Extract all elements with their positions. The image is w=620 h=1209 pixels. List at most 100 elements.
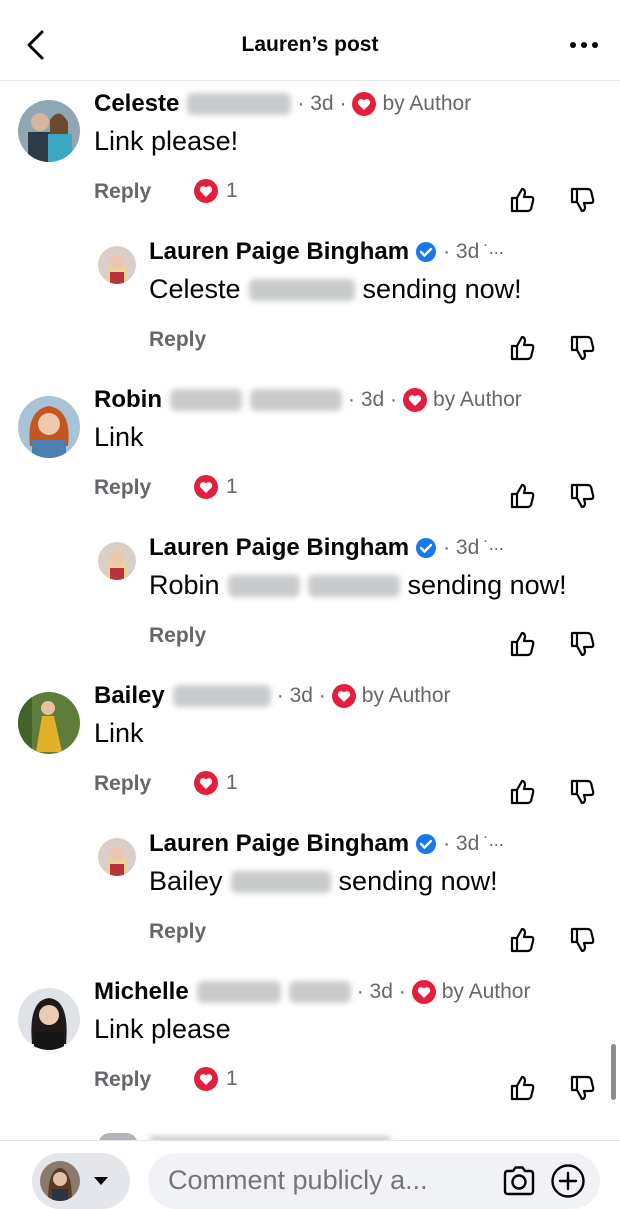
comment-time: 3d	[455, 240, 480, 263]
thumb-up-icon[interactable]	[508, 1074, 536, 1102]
comment-header: Celeste · 3d · by Author	[94, 90, 471, 118]
commenter-name[interactable]: Lauren Paige Bingham	[149, 238, 409, 266]
reply-comment: Lauren Paige Bingham · 3d ˙··· Robin send…	[0, 532, 620, 682]
avatar[interactable]	[18, 100, 80, 162]
comment-header: Lauren Paige Bingham · 3d ˙···	[149, 534, 504, 562]
comment-meta: · 3d · by Author	[276, 684, 451, 708]
comment-header: Lauren Paige Bingham · 3d ˙···	[149, 238, 504, 266]
verified-badge-icon	[416, 834, 437, 854]
thumb-down-icon[interactable]	[568, 630, 596, 658]
more-icon: ˙···	[483, 241, 504, 262]
author-liked-label: by Author	[433, 388, 522, 411]
reply-button[interactable]: Reply	[149, 328, 206, 352]
comment-header: Bailey · 3d · by Author	[94, 682, 451, 710]
blurred-surname	[172, 685, 271, 707]
comment-time: 3d	[310, 92, 334, 115]
commenter-name[interactable]: Celeste	[94, 90, 179, 118]
comment-time: 3d	[369, 980, 393, 1003]
profile-switcher-button[interactable]	[32, 1153, 130, 1209]
comment-text: Link please	[94, 1014, 231, 1044]
comment: Celeste · 3d · by Author Link please! Re…	[0, 88, 620, 238]
thumb-up-icon[interactable]	[508, 482, 536, 510]
commenter-name[interactable]: Robin	[94, 386, 162, 414]
thumb-down-icon[interactable]	[568, 778, 596, 806]
reaction-count[interactable]: 1	[194, 475, 238, 499]
reaction-count[interactable]: 1	[194, 771, 238, 795]
thumb-up-icon[interactable]	[508, 926, 536, 954]
comment-text: Link	[94, 422, 144, 452]
thumb-up-icon[interactable]	[508, 630, 536, 658]
avatar[interactable]	[98, 542, 136, 580]
blurred-surname	[227, 574, 300, 597]
more-icon: ˙···	[483, 537, 504, 558]
comment-meta: · 3d ˙···	[443, 240, 504, 263]
comment-time: 3d	[455, 832, 480, 855]
thumb-up-icon[interactable]	[508, 334, 536, 362]
commenter-name[interactable]: Lauren Paige Bingham	[149, 830, 409, 858]
heart-icon	[331, 684, 356, 708]
avatar[interactable]	[98, 838, 136, 876]
comment-meta: · 3d ˙···	[443, 832, 504, 855]
blurred-surname	[187, 93, 292, 115]
comment-header: Lauren Paige Bingham · 3d ˙···	[149, 830, 504, 858]
blurred-surname	[249, 389, 342, 411]
comment-header: Robin · 3d · by Author	[94, 386, 522, 414]
comment-text: Bailey sending now!	[149, 866, 498, 896]
comment-meta: · 3d · by Author	[297, 92, 472, 116]
commenter-name[interactable]: Michelle	[94, 978, 189, 1006]
comment-time: 3d	[289, 684, 313, 707]
reply-button[interactable]: Reply	[94, 1068, 151, 1092]
comment-box[interactable]	[148, 1153, 600, 1209]
thumb-up-icon[interactable]	[508, 778, 536, 806]
caret-down-icon	[94, 1177, 108, 1185]
thumb-down-icon[interactable]	[568, 1074, 596, 1102]
avatar	[40, 1161, 80, 1201]
reply-button[interactable]: Reply	[94, 476, 151, 500]
blurred-surname	[196, 981, 281, 1003]
author-liked-label: by Author	[382, 92, 472, 115]
reaction-count[interactable]: 1	[194, 179, 238, 203]
heart-icon	[194, 1067, 218, 1091]
comment-meta: · 3d · by Author	[356, 980, 531, 1004]
thumb-down-icon[interactable]	[568, 334, 596, 362]
blurred-surname	[307, 574, 400, 597]
more-options-button[interactable]	[566, 28, 602, 62]
thumb-down-icon[interactable]	[568, 482, 596, 510]
thumb-down-icon[interactable]	[568, 926, 596, 954]
avatar[interactable]	[98, 246, 136, 284]
camera-icon[interactable]	[502, 1165, 536, 1197]
plus-circle-icon[interactable]	[550, 1163, 586, 1199]
more-icon	[570, 42, 576, 48]
heart-icon	[352, 92, 377, 116]
commenter-name[interactable]: Lauren Paige Bingham	[149, 534, 409, 562]
avatar[interactable]	[18, 988, 80, 1050]
mention: Robin	[149, 570, 220, 600]
comment-text: Celeste sending now!	[149, 274, 522, 304]
reaction-count[interactable]: 1	[194, 1067, 238, 1091]
verified-badge-icon	[416, 242, 437, 262]
avatar[interactable]	[18, 396, 80, 458]
comment-input[interactable]	[168, 1165, 488, 1196]
heart-icon	[194, 179, 218, 203]
reply-button[interactable]: Reply	[94, 180, 151, 204]
mention: Celeste	[149, 274, 241, 304]
reply-button[interactable]: Reply	[149, 624, 206, 648]
thumb-up-icon[interactable]	[508, 186, 536, 214]
more-icon: ˙···	[483, 833, 504, 854]
heart-icon	[411, 980, 436, 1004]
reply-button[interactable]: Reply	[94, 772, 151, 796]
thumb-down-icon[interactable]	[568, 186, 596, 214]
heart-icon	[403, 388, 428, 412]
reply-comment: Lauren Paige Bingham · 3d ˙··· Celeste se…	[0, 236, 620, 386]
blurred-surname	[248, 278, 355, 301]
blurred-surname	[288, 981, 351, 1003]
commenter-name[interactable]: Bailey	[94, 682, 165, 710]
reply-button[interactable]: Reply	[149, 920, 206, 944]
comment: Bailey · 3d · by Author Link Reply 1	[0, 680, 620, 830]
author-liked-label: by Author	[441, 980, 531, 1003]
blurred-surname	[169, 389, 242, 411]
scrollbar[interactable]	[611, 1044, 616, 1100]
avatar[interactable]	[18, 692, 80, 754]
comment-text: Robin sending now!	[149, 570, 567, 600]
header: Lauren’s post	[0, 0, 620, 81]
